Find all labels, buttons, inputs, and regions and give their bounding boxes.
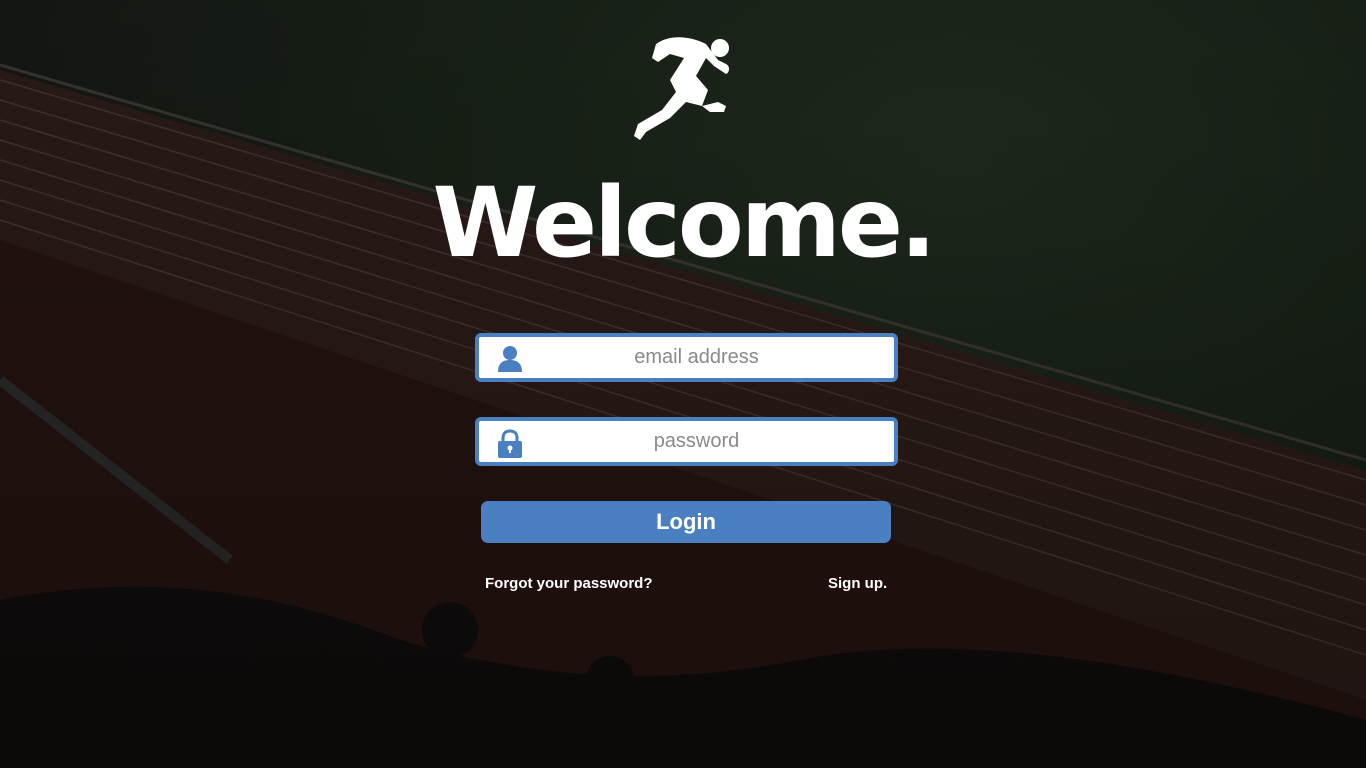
password-input[interactable] (479, 421, 894, 462)
forgot-password-link[interactable]: Forgot your password? (485, 575, 653, 592)
login-button[interactable]: Login (481, 501, 891, 543)
page-title: Welcome. (432, 167, 937, 279)
runner-logo-icon (626, 32, 740, 146)
email-input[interactable] (479, 337, 894, 378)
email-field[interactable] (475, 333, 898, 382)
lock-icon (497, 429, 523, 458)
user-icon (497, 345, 523, 373)
password-field[interactable] (475, 417, 898, 466)
sign-up-link[interactable]: Sign up. (828, 575, 887, 592)
